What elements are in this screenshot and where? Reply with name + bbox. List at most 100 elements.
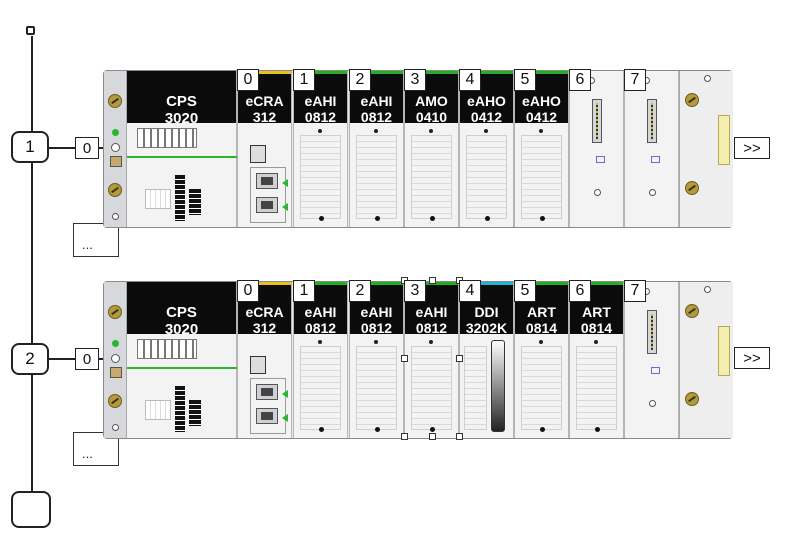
module-model: 0812: [360, 109, 393, 123]
bus-add-rack-node[interactable]: [11, 491, 51, 528]
slot-number: 5: [514, 280, 536, 302]
slot-number: 6: [569, 69, 591, 91]
ethernet-port-icon: [256, 173, 278, 189]
module-model: 0812: [304, 109, 337, 123]
rack-number-1[interactable]: 1: [11, 131, 49, 163]
backplane-connector-icon: [647, 310, 657, 354]
link-arrow-icon: [282, 390, 288, 398]
module-slot-2[interactable]: eAHI 0812: [349, 71, 404, 227]
selection-handle[interactable]: [401, 355, 408, 362]
rack-number-label: 1: [25, 137, 35, 156]
slot-number: 3: [404, 69, 426, 91]
selection-handle[interactable]: [429, 277, 436, 284]
backplane-connector-icon: [592, 99, 602, 143]
hole-icon: [704, 286, 711, 293]
slot-number: 4: [459, 280, 481, 302]
slot-number: 3: [404, 280, 426, 302]
rack-end-plate: [679, 282, 733, 438]
bus-start-node[interactable]: [26, 26, 35, 35]
slot-indicator-icon: [651, 156, 660, 163]
hole-icon: [649, 400, 656, 407]
hole-icon: [594, 189, 601, 196]
module-model: 312: [252, 109, 277, 123]
rack-address[interactable]: 0: [75, 348, 99, 370]
rack-address[interactable]: 0: [75, 137, 99, 159]
connector-outline-icon: [145, 189, 171, 209]
status-led-icon: [594, 340, 598, 344]
power-supply-name: CPS: [166, 93, 197, 110]
status-line: [127, 367, 237, 369]
link-arrow-icon: [282, 414, 288, 422]
rack-expand-button[interactable]: >>: [734, 137, 770, 159]
hole-icon: [704, 75, 711, 82]
selection-handle[interactable]: [456, 433, 463, 440]
module-slot-6[interactable]: [569, 71, 624, 227]
module-slot-7[interactable]: [624, 71, 679, 227]
module-slot-0[interactable]: eCRA 312: [237, 71, 292, 227]
slot-number: 4: [459, 69, 481, 91]
module-slot-6[interactable]: ART 0814: [569, 282, 624, 438]
rack-expand-button[interactable]: >>: [734, 347, 770, 369]
module-model: 0410: [415, 109, 448, 123]
module-terminal-face: [356, 135, 397, 219]
power-supply-module[interactable]: CPS 3020: [127, 71, 237, 227]
connector-outline-icon: [145, 400, 171, 420]
power-supply-module[interactable]: CPS 3020: [127, 282, 237, 438]
terminal-block-icon: [175, 386, 185, 432]
hole-icon: [112, 213, 119, 220]
selection-handle[interactable]: [401, 433, 408, 440]
module-slot-5[interactable]: eAHO 0412: [514, 71, 569, 227]
screw-icon: [108, 305, 122, 319]
module-model: 0814: [525, 320, 558, 334]
power-led-icon: [112, 129, 119, 136]
module-terminal-face: [521, 346, 562, 430]
screw-hole-icon: [375, 427, 380, 432]
module-slot-4[interactable]: DDI 3202K: [459, 282, 514, 438]
terminal-comb-icon: [137, 339, 197, 359]
status-led-icon: [484, 129, 488, 133]
status-led-icon: [539, 129, 543, 133]
module-slot-3[interactable]: eAHI 0812: [404, 282, 459, 438]
module-slot-2[interactable]: eAHI 0812: [349, 282, 404, 438]
ground-icon: [111, 354, 120, 363]
module-terminal-face: [411, 346, 452, 430]
rack-connector: [49, 147, 75, 149]
hole-icon: [649, 189, 656, 196]
rack-left-rail: [104, 71, 127, 227]
terminal-icon: [110, 156, 122, 167]
slot-number: 2: [349, 280, 371, 302]
ethernet-port-icon: [256, 408, 278, 424]
status-led-icon: [374, 340, 378, 344]
ground-icon: [111, 143, 120, 152]
power-supply-header: CPS 3020: [127, 71, 236, 127]
slot-number: 0: [237, 69, 259, 91]
selection-handle[interactable]: [456, 355, 463, 362]
screw-hole-icon: [485, 216, 490, 221]
slot-number: 6: [569, 280, 591, 302]
module-slot-5[interactable]: ART 0814: [514, 282, 569, 438]
module-model: 312: [252, 320, 277, 334]
rotary-switch-icon: [250, 145, 266, 163]
extension-slot-icon: [718, 326, 730, 376]
module-slot-0[interactable]: eCRA 312: [237, 282, 292, 438]
module-slot-4[interactable]: eAHO 0412: [459, 71, 514, 227]
module-terminal-face: [356, 346, 397, 430]
rack-ellipsis-button[interactable]: ...: [73, 223, 119, 257]
status-led-icon: [429, 129, 433, 133]
power-supply-name: CPS: [166, 304, 197, 321]
rack-number-2[interactable]: 2: [11, 343, 49, 375]
module-slot-3[interactable]: AMO 0410: [404, 71, 459, 227]
module-model: 0814: [580, 320, 613, 334]
module-slot-7[interactable]: [624, 282, 679, 438]
module-slot-1[interactable]: eAHI 0812: [293, 282, 348, 438]
slot-indicator-icon: [651, 367, 660, 374]
screw-hole-icon: [319, 427, 324, 432]
terminal-comb-icon: [137, 128, 197, 148]
module-slot-1[interactable]: eAHI 0812: [293, 71, 348, 227]
screw-hole-icon: [430, 427, 435, 432]
status-led-icon: [429, 340, 433, 344]
selection-handle[interactable]: [429, 433, 436, 440]
screw-icon: [108, 394, 122, 408]
screw-hole-icon: [319, 216, 324, 221]
slot-number: 5: [514, 69, 536, 91]
